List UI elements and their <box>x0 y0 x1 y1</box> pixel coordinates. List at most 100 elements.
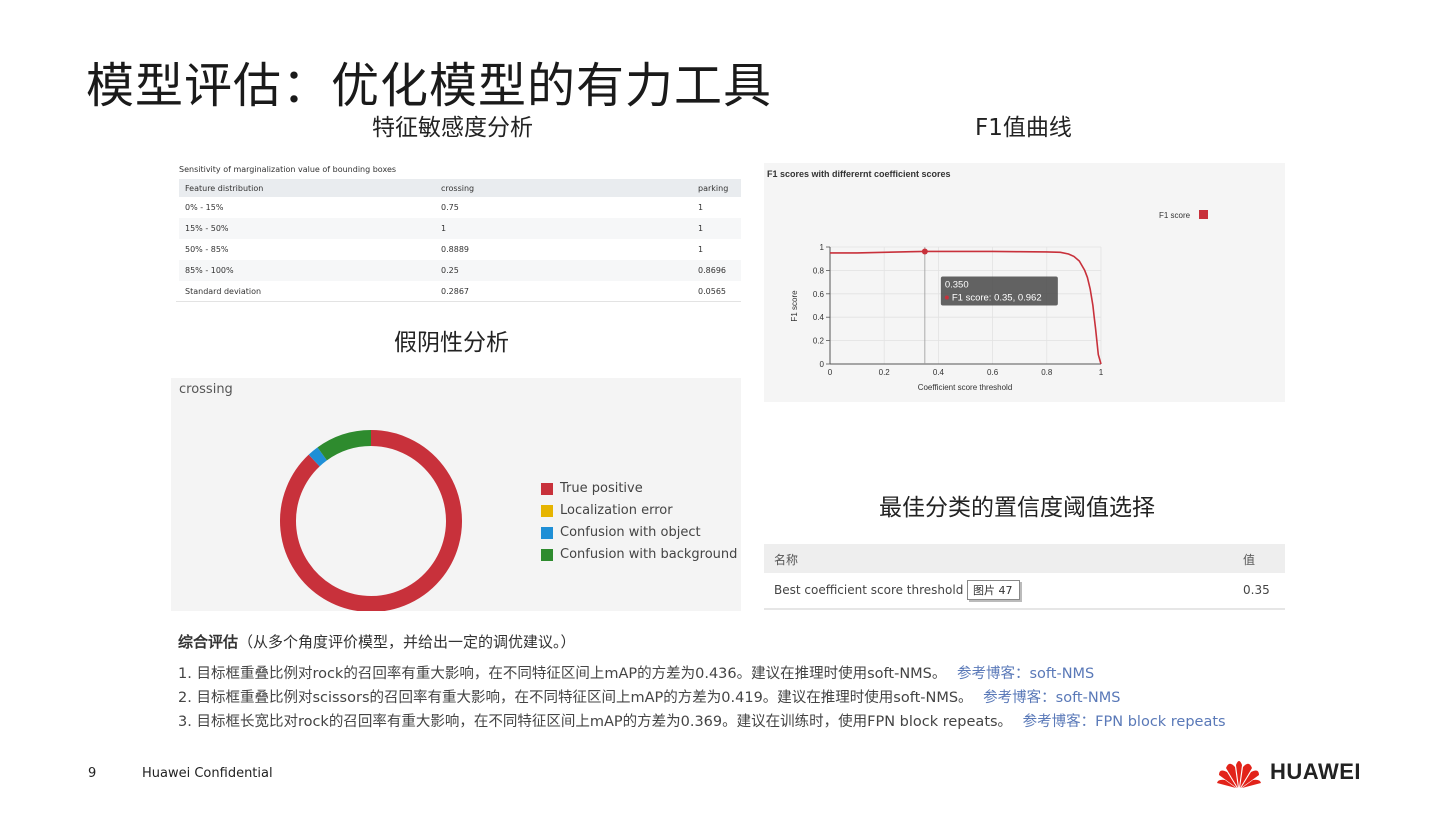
table-cell: 1 <box>698 245 704 254</box>
legend-label: Confusion with background <box>560 547 738 562</box>
donut-slice-confusion-with-background[interactable] <box>317 430 372 461</box>
section-title-sensitivity: 特征敏感度分析 <box>372 115 533 141</box>
f1-chart-title: F1 scores with differernt coefficient sc… <box>767 169 951 179</box>
f1-legend-swatch <box>1199 210 1208 219</box>
summary-item-text: 3. 目标框长宽比对rock的召回率有重大影响，在不同特征区间上mAP的方差为0… <box>178 714 1013 730</box>
f1-x-axis-label: Coefficient score threshold <box>918 383 1013 392</box>
slide-title: 模型评估：优化模型的有力工具 <box>86 58 773 114</box>
donut-slice-confusion-with-object[interactable] <box>308 447 328 467</box>
huawei-logo-text: HUAWEI <box>1270 759 1361 784</box>
legend-item-localization-error[interactable]: Localization error <box>541 503 673 518</box>
column-header[interactable]: parking <box>692 179 741 197</box>
table-cell: 1 <box>692 218 741 239</box>
table-cell: 50% - 85% <box>185 245 229 254</box>
donut-chart-title: crossing <box>179 382 233 397</box>
y-tick-label: 0.8 <box>813 266 825 275</box>
huawei-flower-icon <box>1217 761 1261 788</box>
f1-axes: 0 0.2 0.4 0.6 0.8 1 0 0.2 0.4 0.6 0.8 1 <box>813 243 1104 377</box>
table-cell: Standard deviation <box>185 287 262 296</box>
x-tick-label: 0.2 <box>879 368 891 377</box>
false-negative-panel: crossing True positive Localization erro… <box>171 378 741 611</box>
y-tick-label: 0.2 <box>813 337 825 346</box>
table-cell: 0.0565 <box>698 287 726 296</box>
summary-item: 2. 目标框重叠比例对scissors的召回率有重大影响，在不同特征区间上mAP… <box>178 686 1298 710</box>
f1-tooltip-header: 0.350 <box>945 279 969 290</box>
threshold-name-cell: Best coefficient score threshold <box>774 583 964 597</box>
summary-heading-note: （从多个角度评价模型，并给出一定的调优建议。） <box>238 633 576 651</box>
image-tag-label[interactable]: 图片 47 <box>967 580 1020 600</box>
x-tick-label: 0 <box>828 368 833 377</box>
page-number: 9 <box>88 766 97 781</box>
column-header-name: 名称 <box>774 553 799 567</box>
table-cell: 1 <box>435 218 692 239</box>
table-cell: 0.8889 <box>441 245 469 254</box>
legend-swatch <box>541 548 553 561</box>
summary-item: 3. 目标框长宽比对rock的召回率有重大影响，在不同特征区间上mAP的方差为0… <box>178 710 1298 734</box>
column-header-value: 值 <box>1243 553 1256 567</box>
huawei-logo: HUAWEI <box>1216 755 1361 789</box>
legend-label: Localization error <box>560 503 673 518</box>
table-row: 85% - 100% 0.25 0.8696 <box>179 260 741 281</box>
donut-slice-true-positive[interactable] <box>280 430 462 611</box>
legend-item-confusion-object[interactable]: Confusion with object <box>541 525 701 540</box>
donut-chart <box>280 430 462 611</box>
table-cell: 0.75 <box>441 203 459 212</box>
legend-label: Confusion with object <box>560 525 701 540</box>
threshold-value-cell: 0.35 <box>1243 583 1270 597</box>
table-cell: 0% - 15% <box>185 203 224 212</box>
table-row: 50% - 85% 0.8889 1 <box>179 239 741 260</box>
y-tick-label: 0 <box>820 360 825 369</box>
threshold-table-header: 名称 值 <box>764 544 1285 573</box>
sensitivity-table: Feature distribution crossing parking 0%… <box>179 179 741 302</box>
legend-label: True positive <box>560 481 643 496</box>
f1-highlight-point[interactable] <box>921 248 928 255</box>
section-title-threshold: 最佳分类的置信度阈值选择 <box>879 495 1155 521</box>
f1-chart: F1 scores with differernt coefficient sc… <box>767 169 1208 392</box>
table-cell: 0.8696 <box>692 260 741 281</box>
section-title-false-negative: 假阴性分析 <box>394 330 509 356</box>
f1-y-axis-label: F1 score <box>790 290 799 322</box>
legend-swatch <box>541 526 553 539</box>
table-cell: 0.2867 <box>441 287 469 296</box>
column-header[interactable]: Feature distribution <box>179 179 435 197</box>
column-header[interactable]: crossing <box>435 179 692 197</box>
confidential-label: Huawei Confidential <box>142 766 273 781</box>
f1-gridlines <box>829 246 1102 365</box>
y-tick-label: 1 <box>820 243 825 252</box>
table-cell: 1 <box>698 203 704 212</box>
legend-item-true-positive[interactable]: True positive <box>541 481 643 496</box>
legend-item-confusion-background[interactable]: Confusion with background <box>541 547 737 562</box>
table-row: Best coefficient score threshold 图片 47 0… <box>764 573 1285 610</box>
table-header-row: Feature distribution crossing parking <box>179 179 741 197</box>
f1-series-line[interactable] <box>830 250 1102 365</box>
y-tick-label: 0.4 <box>813 313 825 322</box>
x-tick-label: 0.6 <box>987 368 999 377</box>
summary-item: 1. 目标框重叠比例对rock的召回率有重大影响，在不同特征区间上mAP的方差为… <box>178 662 1298 686</box>
blog-link[interactable]: 参考博客：soft-NMS <box>957 666 1094 682</box>
x-tick-label: 0.4 <box>933 368 945 377</box>
legend-swatch <box>541 482 553 495</box>
table-cell: 85% - 100% <box>179 260 435 281</box>
summary-section: 综合评估（从多个角度评价模型，并给出一定的调优建议。） 1. 目标框重叠比例对r… <box>178 631 1298 734</box>
blog-link[interactable]: 参考博客：FPN block repeats <box>1023 714 1226 730</box>
section-title-f1: F1值曲线 <box>975 115 1072 141</box>
y-tick-label: 0.6 <box>813 290 825 299</box>
table-row: 15% - 50% 1 1 <box>179 218 741 239</box>
f1-tooltip: 0.350 F1 score: 0.35, 0.962 <box>940 276 1058 306</box>
table-cell: 0.25 <box>435 260 692 281</box>
x-tick-label: 1 <box>1099 368 1104 377</box>
f1-tooltip-dot <box>944 295 949 300</box>
threshold-table: 名称 值 Best coefficient score threshold 图片… <box>764 544 1285 610</box>
sensitivity-table-panel: Sensitivity of marginalization value of … <box>176 162 741 302</box>
f1-legend-label: F1 score <box>1159 211 1191 220</box>
sensitivity-table-caption: Sensitivity of marginalization value of … <box>179 165 397 174</box>
summary-heading: 综合评估（从多个角度评价模型，并给出一定的调优建议。） <box>178 631 1298 652</box>
summary-item-text: 2. 目标框重叠比例对scissors的召回率有重大影响，在不同特征区间上mAP… <box>178 690 973 706</box>
f1-tooltip-text: F1 score: 0.35, 0.962 <box>952 292 1042 303</box>
table-row: Standard deviation 0.2867 0.0565 <box>179 281 741 302</box>
legend-swatch <box>541 504 553 517</box>
summary-item-text: 1. 目标框重叠比例对rock的召回率有重大影响，在不同特征区间上mAP的方差为… <box>178 666 947 682</box>
blog-link[interactable]: 参考博客：soft-NMS <box>983 690 1120 706</box>
table-row: 0% - 15% 0.75 1 <box>179 197 741 218</box>
x-tick-label: 0.8 <box>1041 368 1053 377</box>
